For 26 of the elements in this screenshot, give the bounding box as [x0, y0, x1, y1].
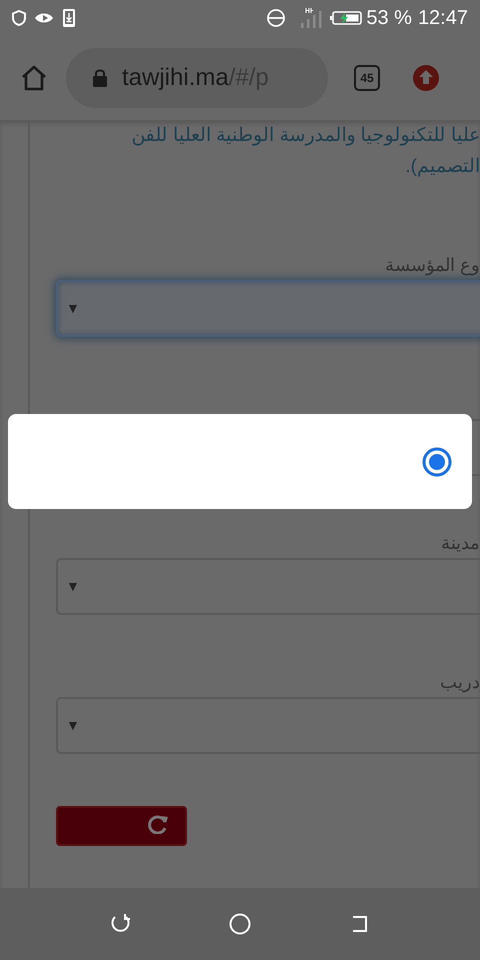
- radio-button[interactable]: [422, 446, 452, 476]
- dropdown-arrow: ▼: [66, 577, 80, 596]
- field-label: مدينة: [440, 532, 480, 555]
- select-field[interactable]: ▼: [56, 558, 480, 615]
- paragraph: عليا للتكنولوجيا والمدرسة الوطنية العليا للفن التصميم).: [130, 124, 480, 179]
- tab-count-button[interactable]: 45: [354, 65, 380, 91]
- eye-play-icon: [34, 11, 54, 25]
- clock: 12:47: [418, 6, 468, 31]
- select-field[interactable]: ▼: [56, 280, 480, 337]
- do-not-disturb-icon: [266, 8, 286, 28]
- battery-charging-icon: [330, 11, 362, 25]
- home-icon[interactable]: [20, 64, 48, 92]
- refresh-icon: [147, 814, 169, 834]
- refresh-button[interactable]: [56, 806, 187, 846]
- lock-icon: [92, 68, 108, 88]
- field-label: وع المؤسسة: [384, 254, 480, 278]
- battery-percent: 53 %: [366, 6, 412, 31]
- select-field[interactable]: ▼: [56, 697, 480, 754]
- dropdown-arrow: ▼: [66, 716, 80, 735]
- download-phone-icon: [62, 8, 76, 28]
- home-circle-icon[interactable]: [229, 913, 251, 935]
- field-label: دريب: [439, 671, 480, 694]
- recent-apps-icon[interactable]: [109, 913, 131, 935]
- dropdown-arrow: ▼: [66, 299, 80, 318]
- signal-icon: [300, 7, 322, 29]
- shield-icon: [12, 10, 26, 26]
